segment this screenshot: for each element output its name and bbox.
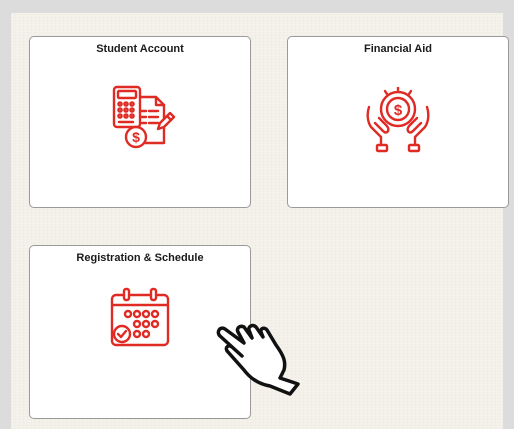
student-account-title: Student Account <box>96 43 184 55</box>
financial-aid-title: Financial Aid <box>363 43 433 55</box>
calendar-check-icon <box>106 287 174 358</box>
svg-text:$: $ <box>394 102 403 119</box>
hands-coin-icon: $ <box>363 85 433 158</box>
svg-text:$: $ <box>132 129 140 145</box>
student-account-tile[interactable]: Student Account $ <box>29 36 251 208</box>
billing-calculator-icon: $ <box>104 81 176 158</box>
pointing-hand-icon <box>214 318 314 403</box>
registration-schedule-title: Registration & Schedule <box>76 252 204 264</box>
financial-aid-tile[interactable]: Financial Aid $ <box>287 36 509 208</box>
